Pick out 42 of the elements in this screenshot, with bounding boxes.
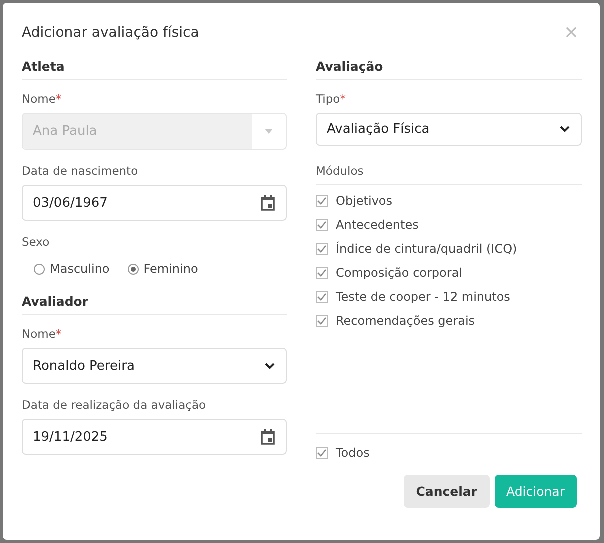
required-mark: * — [56, 92, 62, 106]
checkbox[interactable] — [316, 219, 328, 231]
caret-icon — [265, 129, 273, 134]
date-field[interactable]: 03/06/1967 — [22, 185, 287, 221]
evaluator-select[interactable]: Ronaldo Pereira — [22, 348, 287, 384]
checkbox-label: Recomendações gerais — [336, 314, 476, 328]
type-select[interactable]: Avaliação Física — [316, 113, 582, 146]
field-label: Tipo — [316, 92, 340, 106]
section-label: Módulos — [316, 164, 582, 185]
radio-label: Feminino — [144, 262, 198, 276]
dialog-title: Adicionar avaliação física — [22, 25, 200, 41]
field-label: Nome — [22, 92, 56, 106]
radio-button[interactable] — [128, 264, 139, 274]
checkbox[interactable] — [316, 267, 328, 279]
chevron-down-icon — [265, 362, 275, 370]
field-label: Data de realização da avaliação — [22, 398, 206, 412]
checkbox-label: Teste de cooper - 12 minutos — [336, 290, 510, 304]
calendar-icon — [261, 195, 275, 211]
checkbox[interactable] — [316, 315, 328, 327]
section-heading: Avaliação — [316, 59, 582, 80]
section-heading: Atleta — [22, 59, 287, 80]
checkbox[interactable] — [316, 243, 328, 255]
cancel-button[interactable]: Cancelar — [404, 475, 490, 508]
chevron-down-icon — [560, 126, 570, 133]
section-heading: Avaliador — [22, 294, 287, 315]
date-field[interactable]: 19/11/2025 — [22, 419, 287, 455]
checkbox[interactable] — [316, 195, 328, 207]
field-label: Nome — [22, 327, 56, 341]
required-mark: * — [56, 327, 62, 341]
checkbox[interactable] — [316, 447, 328, 459]
checkbox-label: Índice de cintura/quadril (ICQ) — [336, 242, 518, 256]
checkbox-label: Composição corporal — [336, 266, 463, 280]
checkbox-label: Todos — [336, 446, 370, 460]
calendar-icon — [261, 429, 275, 445]
checkbox-label: Antecedentes — [336, 218, 419, 232]
checkbox[interactable] — [316, 291, 328, 303]
field-label: Sexo — [22, 235, 50, 249]
field-label: Data de nascimento — [22, 164, 138, 178]
checkbox-label: Objetivos — [336, 194, 393, 208]
radio-label: Masculino — [50, 262, 110, 276]
required-mark: * — [340, 92, 346, 106]
radio-button[interactable] — [34, 264, 45, 274]
